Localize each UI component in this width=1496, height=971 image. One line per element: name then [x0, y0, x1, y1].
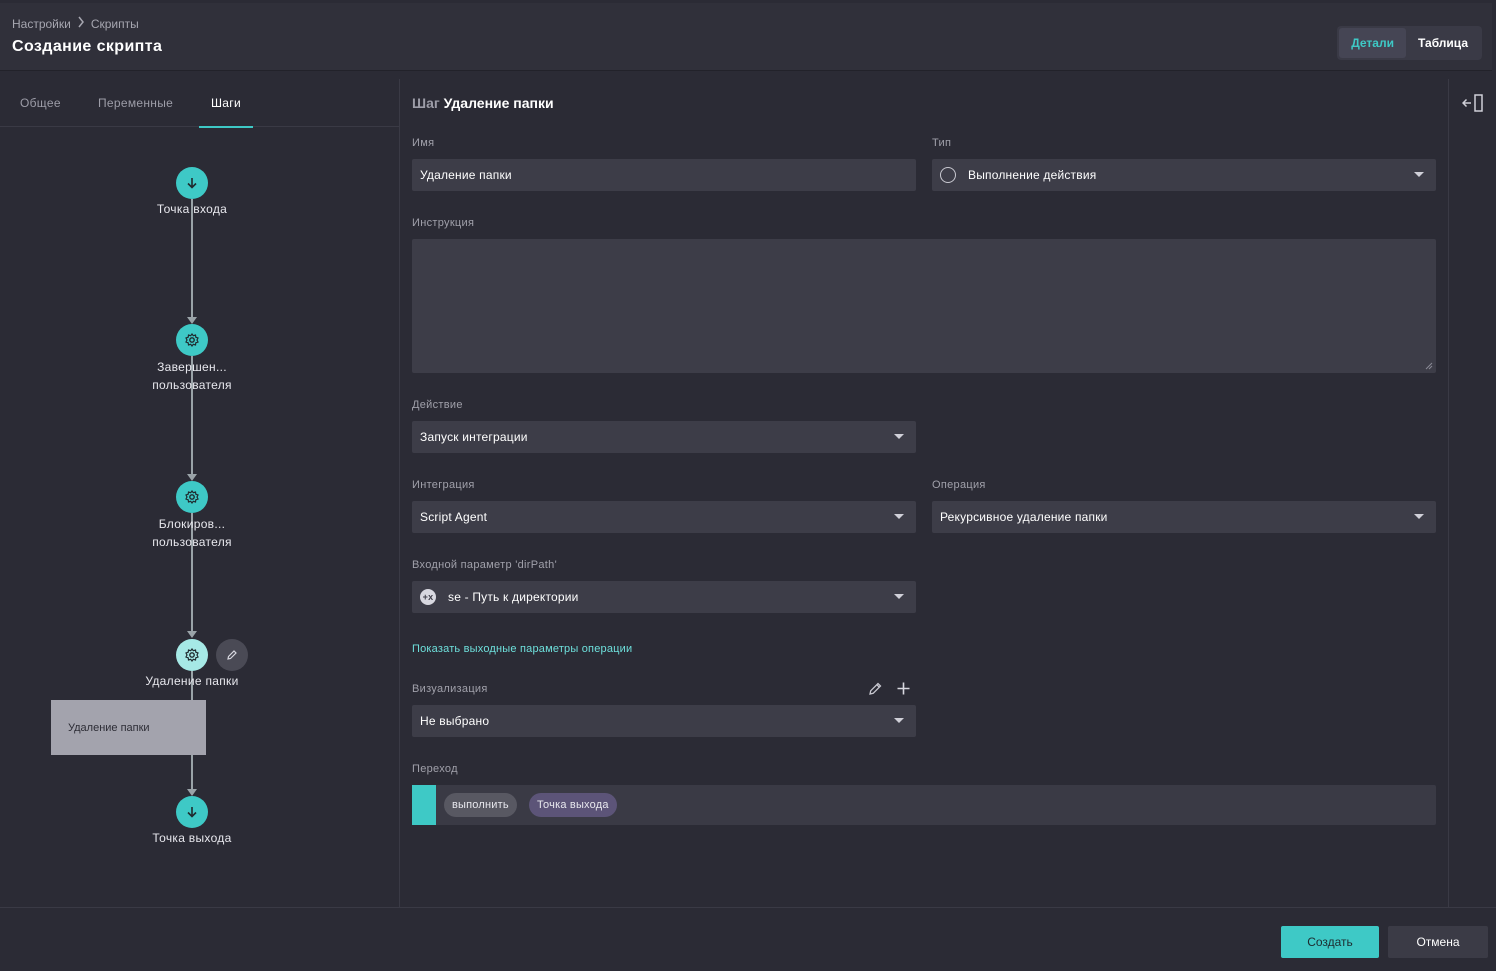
resize-handle-icon[interactable]: [1425, 362, 1433, 370]
table-view-button[interactable]: Таблица: [1406, 28, 1480, 58]
exit-point-label: Точка выхода: [152, 831, 232, 845]
step-label-delete-folder: Удаление папки: [145, 674, 239, 688]
step-label-line: Блокиров...: [158, 517, 226, 531]
entry-point-node[interactable]: [176, 167, 208, 199]
connector-arrow: [187, 474, 197, 481]
breadcrumb-item-settings[interactable]: Настройки: [12, 17, 71, 31]
show-output-params-link[interactable]: Показать выходные параметры операции: [412, 643, 632, 655]
input-param-label: Входной параметр 'dirPath': [412, 559, 557, 571]
operation-select[interactable]: Рекурсивное удаление папки: [932, 501, 1436, 533]
gear-icon: [185, 333, 199, 347]
cancel-button[interactable]: Отмена: [1388, 926, 1488, 958]
integration-select[interactable]: Script Agent: [412, 501, 916, 533]
breadcrumb-item-scripts[interactable]: Скрипты: [91, 17, 139, 31]
operation-value: Рекурсивное удаление папки: [940, 510, 1108, 524]
right-side-strip: [1448, 79, 1496, 907]
type-select[interactable]: Выполнение действия: [932, 159, 1436, 191]
caret-down-icon: [1414, 172, 1424, 177]
entry-point-label: Точка входа: [156, 202, 228, 216]
operation-label: Операция: [932, 479, 986, 491]
transition-color-bar: [412, 785, 436, 825]
arrow-down-icon: [187, 178, 197, 189]
caret-down-icon: [1414, 514, 1424, 519]
type-value: Выполнение действия: [968, 168, 1097, 182]
input-param-select[interactable]: +x se - Путь к директории: [412, 581, 916, 613]
edit-visualization-button[interactable]: [868, 681, 883, 701]
instruction-label: Инструкция: [412, 217, 475, 229]
step-node-block[interactable]: [176, 481, 208, 513]
step-label-line: Завершен...: [157, 360, 227, 374]
integration-value: Script Agent: [420, 510, 488, 524]
step-node-logout[interactable]: [176, 324, 208, 356]
transition-label: Переход: [412, 763, 458, 775]
caret-down-icon: [894, 594, 904, 599]
instruction-textarea[interactable]: [412, 239, 1436, 373]
input-param-value: se - Путь к директории: [448, 590, 579, 604]
action-value: Запуск интеграции: [420, 430, 528, 444]
name-value: Удаление папки: [420, 168, 512, 182]
exit-point-node[interactable]: [176, 796, 208, 828]
transition-action-chip[interactable]: выполнить: [444, 793, 517, 817]
create-button[interactable]: Создать: [1281, 926, 1379, 958]
variable-icon: +x: [420, 589, 436, 605]
visualization-value: Не выбрано: [420, 714, 490, 728]
pencil-icon: [227, 650, 237, 660]
pencil-icon: [869, 682, 882, 695]
caret-down-icon: [894, 434, 904, 439]
tabs: Общее Переменные Шаги: [0, 79, 399, 128]
details-view-button[interactable]: Детали: [1339, 28, 1406, 58]
step-form: Шаг Удаление папки Имя Удаление папки Ти…: [400, 79, 1448, 907]
caret-down-icon: [894, 514, 904, 519]
connector-arrow: [187, 789, 197, 796]
gear-icon: [185, 648, 199, 662]
transition-target-chip[interactable]: Точка выхода: [529, 793, 617, 817]
step-label-line: пользователя: [152, 535, 232, 549]
tab-steps[interactable]: Шаги: [199, 79, 253, 128]
step-label-block: Блокиров... пользователя: [102, 515, 282, 551]
connector-arrow: [187, 317, 197, 324]
page-header: Настройки Скрипты Создание скрипта Детал…: [0, 3, 1492, 71]
collapse-panel-button[interactable]: [1461, 93, 1484, 118]
step-node-delete-folder[interactable]: [176, 639, 208, 671]
chevron-right-icon: [77, 16, 85, 31]
step-title-prefix: Шаг: [412, 95, 440, 111]
step-title-name: Удаление папки: [443, 95, 554, 111]
name-field[interactable]: Удаление папки: [412, 159, 916, 191]
add-visualization-button[interactable]: [896, 681, 911, 701]
step-tooltip: Удаление папки: [51, 700, 206, 755]
caret-down-icon: [894, 718, 904, 723]
gear-icon: [185, 490, 199, 504]
step-label-logout: Завершен... пользователя: [102, 358, 282, 394]
breadcrumb: Настройки Скрипты: [12, 16, 139, 31]
type-label: Тип: [932, 137, 952, 149]
action-select[interactable]: Запуск интеграции: [412, 421, 916, 453]
page-title: Создание скрипта: [12, 38, 163, 55]
transition-row[interactable]: выполнить Точка выхода: [412, 785, 1436, 825]
radio-circle-icon: [940, 167, 956, 183]
arrow-down-icon: [187, 807, 197, 818]
collapse-panel-icon: [1461, 94, 1483, 112]
view-toggle: Детали Таблица: [1337, 26, 1482, 60]
tab-variables[interactable]: Переменные: [98, 79, 173, 127]
step-title: Шаг Удаление папки: [412, 95, 554, 111]
steps-panel: Общее Переменные Шаги Точка входа Заверш…: [0, 79, 400, 907]
integration-label: Интеграция: [412, 479, 475, 491]
plus-icon: [897, 682, 910, 695]
name-label: Имя: [412, 137, 435, 149]
action-label: Действие: [412, 399, 463, 411]
tab-general[interactable]: Общее: [20, 79, 61, 127]
footer: Создать Отмена: [0, 907, 1496, 971]
visualization-label: Визуализация: [412, 683, 488, 695]
step-label-line: пользователя: [152, 378, 232, 392]
edit-step-button[interactable]: [216, 639, 248, 671]
visualization-select[interactable]: Не выбрано: [412, 705, 916, 737]
connector-arrow: [187, 631, 197, 638]
